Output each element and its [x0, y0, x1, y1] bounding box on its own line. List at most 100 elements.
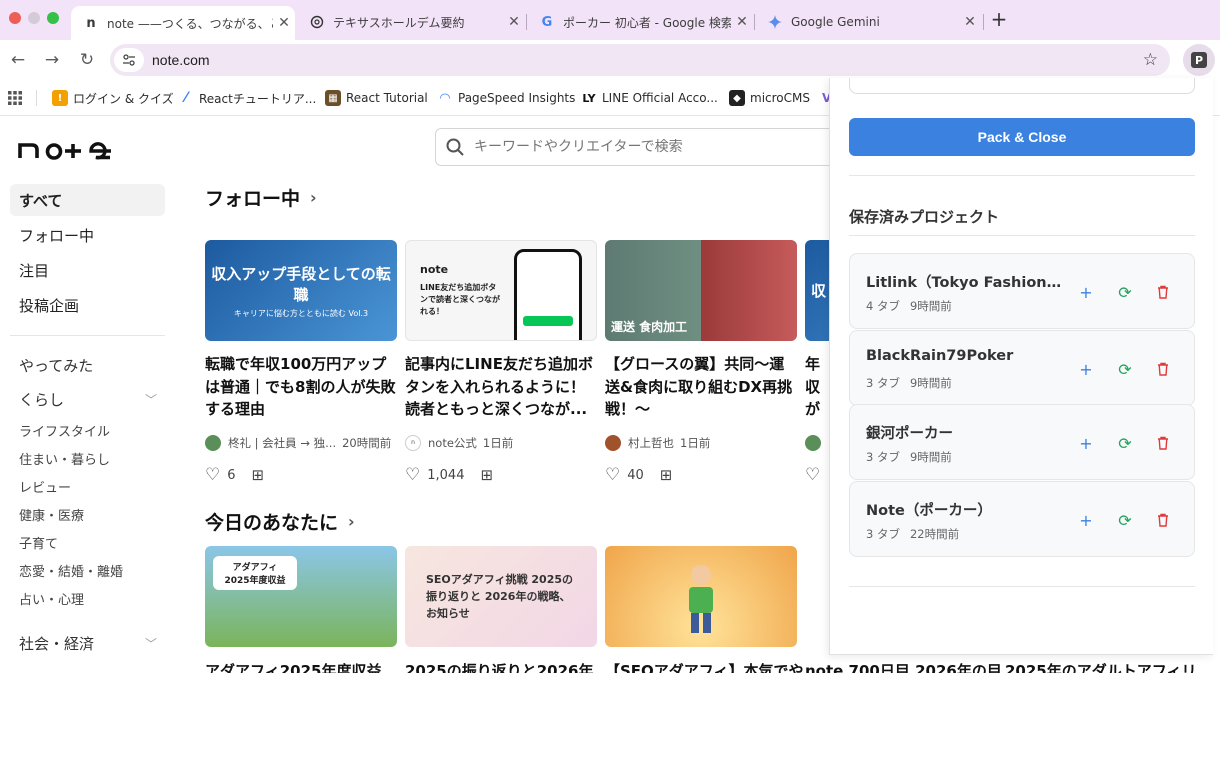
- nav-sub-housing[interactable]: 住まい・暮らし: [10, 444, 165, 472]
- note-logo[interactable]: [18, 134, 114, 167]
- nav-sub-health[interactable]: 健康・医療: [10, 500, 165, 528]
- close-window-button[interactable]: [9, 12, 21, 24]
- nav-sub-fortune[interactable]: 占い・心理: [10, 584, 165, 612]
- article-title[interactable]: 転職で年収100万円アップは普通｜でも8割の人が失敗する理由: [205, 353, 397, 421]
- nav-item-following[interactable]: フォロー中: [10, 219, 165, 251]
- apps-grid-icon[interactable]: [8, 89, 22, 107]
- chevron-right-icon: ›: [348, 512, 355, 531]
- add-icon[interactable]: +: [1076, 359, 1096, 379]
- nav-item-all[interactable]: すべて: [10, 184, 165, 216]
- avatar[interactable]: [805, 435, 821, 451]
- nav-sub-love[interactable]: 恋愛・結婚・離婚: [10, 556, 165, 584]
- nav-cat-society[interactable]: 社会・経済 ﹀: [10, 626, 165, 660]
- bookmark-pagespeed[interactable]: ◠ PageSpeed Insights: [437, 89, 575, 107]
- add-to-magazine-icon[interactable]: ⊞: [252, 466, 265, 484]
- extension-icon: P: [1191, 52, 1207, 68]
- forward-icon[interactable]: →: [40, 48, 64, 72]
- tab-note[interactable]: n note ——つくる、つながる、とどける。 ✕: [71, 6, 295, 40]
- close-tab-icon[interactable]: ✕: [273, 15, 295, 31]
- add-icon[interactable]: +: [1076, 510, 1096, 530]
- tab-gemini[interactable]: Google Gemini ✕: [755, 6, 981, 38]
- nav-sub-lifestyle[interactable]: ライフスタイル: [10, 416, 165, 444]
- minimize-window-button[interactable]: [28, 12, 40, 24]
- project-item[interactable]: Litlink（Tokyo Fashion Dig... 4 タブ9時間前 + …: [849, 253, 1195, 329]
- chevron-down-icon[interactable]: ﹀: [145, 635, 157, 652]
- search-input[interactable]: [474, 139, 834, 155]
- article-title[interactable]: 記事内にLINE友だち追加ボタンを入れられるように！読者ともっと深くつなが...: [405, 353, 597, 421]
- avatar[interactable]: [205, 435, 221, 451]
- trash-icon[interactable]: [1153, 510, 1173, 530]
- article-card[interactable]: note LINE友だち追加ボタンで読者と深くつながれる！ 記事内にLINE友だ…: [405, 240, 597, 485]
- trash-icon[interactable]: [1153, 433, 1173, 453]
- project-name-input[interactable]: [849, 78, 1195, 94]
- article-title[interactable]: 2025年のアダルトアフィリ: [1005, 660, 1205, 673]
- close-tab-icon[interactable]: ✕: [731, 14, 753, 30]
- back-icon[interactable]: ←: [6, 48, 30, 72]
- article-title[interactable]: アダアフィ2025年度収益: [205, 660, 405, 673]
- nav-item-featured[interactable]: 注目: [10, 254, 165, 286]
- pack-close-button[interactable]: Pack & Close: [849, 118, 1195, 156]
- bookmark-star-icon[interactable]: ☆: [1143, 50, 1158, 70]
- article-title[interactable]: 【SEOアダアフィ】本気でや: [605, 660, 805, 673]
- article-card[interactable]: アダアフィ 2025年度収益: [205, 546, 397, 647]
- article-card[interactable]: 収入アップ手段としての転職 キャリアに悩む方とともに読む Vol.3 転職で年収…: [205, 240, 397, 485]
- restore-icon[interactable]: ⟳: [1115, 433, 1135, 453]
- close-tab-icon[interactable]: ✕: [959, 14, 981, 30]
- toolbar: ← → ↻ note.com ☆ P: [0, 40, 1220, 80]
- maximize-window-button[interactable]: [47, 12, 59, 24]
- article-card[interactable]: [605, 546, 797, 647]
- add-icon[interactable]: +: [1076, 282, 1096, 302]
- article-title[interactable]: 2025の振り返りと2026年: [405, 660, 605, 673]
- site-settings-icon[interactable]: [114, 48, 144, 72]
- project-item[interactable]: BlackRain79Poker 3 タブ 9時間前 + ⟳: [849, 330, 1195, 406]
- bookmark-line-official[interactable]: LY LINE Official Acco...: [581, 89, 718, 107]
- article-actions: ♡ 1,044 ⊞: [405, 465, 597, 485]
- heart-icon[interactable]: ♡: [805, 465, 820, 485]
- author-name[interactable]: 村上哲也: [628, 435, 674, 451]
- tab-texas-holdem[interactable]: テキサスホールデム要約 ✕: [297, 6, 525, 38]
- avatar[interactable]: n: [405, 435, 421, 451]
- article-card[interactable]: 運送 食肉加工 【グロースの翼】共同〜運送&食肉に取り組むDX再挑戦！〜 村上哲…: [605, 240, 797, 485]
- extension-button[interactable]: P: [1183, 44, 1215, 76]
- bookmark-react-tutorial[interactable]: ▦ React Tutorial: [325, 89, 428, 107]
- article-card[interactable]: SEOアダアフィ挑戦 2025の振り返りと 2026年の戦略、お知らせ: [405, 546, 597, 647]
- reload-icon[interactable]: ↻: [75, 48, 99, 72]
- tab-google-search[interactable]: G ポーカー 初心者 - Google 検索 ✕: [527, 6, 753, 38]
- author-name[interactable]: note公式: [428, 435, 477, 451]
- project-item[interactable]: Note（ポーカー） 3 タブ 22時間前 + ⟳: [849, 481, 1195, 557]
- nav-cat-tried[interactable]: やってみた: [10, 348, 165, 382]
- bookmark-react-tutorial-ja[interactable]: ⁄ Reactチュートリア...: [178, 89, 316, 107]
- restore-icon[interactable]: ⟳: [1115, 510, 1135, 530]
- heart-icon[interactable]: ♡: [605, 465, 620, 485]
- address-bar[interactable]: note.com ☆: [110, 44, 1170, 76]
- new-tab-button[interactable]: +: [987, 7, 1011, 31]
- author-name[interactable]: 柊礼 | 会社員 → 独...: [228, 435, 336, 451]
- add-to-magazine-icon[interactable]: ⊞: [660, 466, 673, 484]
- heart-icon[interactable]: ♡: [205, 465, 220, 485]
- search-box[interactable]: [435, 128, 855, 166]
- avatar[interactable]: [605, 435, 621, 451]
- article-title[interactable]: 【グロースの翼】共同〜運送&食肉に取り組むDX再挑戦！〜: [605, 353, 797, 421]
- nav-sub-review[interactable]: レビュー: [10, 472, 165, 500]
- heart-icon[interactable]: ♡: [405, 465, 420, 485]
- close-tab-icon[interactable]: ✕: [503, 14, 525, 30]
- tab-count: 4 タブ: [866, 299, 900, 313]
- add-icon[interactable]: +: [1076, 433, 1096, 453]
- bookmark-microcms[interactable]: ◆ microCMS: [729, 89, 810, 107]
- article-title[interactable]: note 700日目 2026年の目: [805, 660, 1005, 673]
- restore-icon[interactable]: ⟳: [1115, 359, 1135, 379]
- trash-icon[interactable]: [1153, 282, 1173, 302]
- trash-icon[interactable]: [1153, 359, 1173, 379]
- chevron-down-icon[interactable]: ﹀: [145, 391, 157, 408]
- nav-item-contests[interactable]: 投稿企画: [10, 289, 165, 321]
- restore-icon[interactable]: ⟳: [1115, 282, 1135, 302]
- thumbnail-subtext: note: [420, 263, 449, 276]
- project-item[interactable]: 銀河ポーカー 3 タブ 9時間前 + ⟳: [849, 404, 1195, 480]
- bookmark-login-quiz[interactable]: ! ログイン & クイズ: [52, 89, 174, 107]
- nav-sub-parenting[interactable]: 子育て: [10, 528, 165, 556]
- section-for-you[interactable]: 今日のあなたに ›: [205, 508, 355, 535]
- section-following[interactable]: フォロー中 ›: [205, 184, 317, 211]
- article-title[interactable]: 年収が最値: [805, 353, 829, 421]
- nav-cat-life[interactable]: くらし ﹀: [10, 382, 165, 416]
- add-to-magazine-icon[interactable]: ⊞: [480, 466, 493, 484]
